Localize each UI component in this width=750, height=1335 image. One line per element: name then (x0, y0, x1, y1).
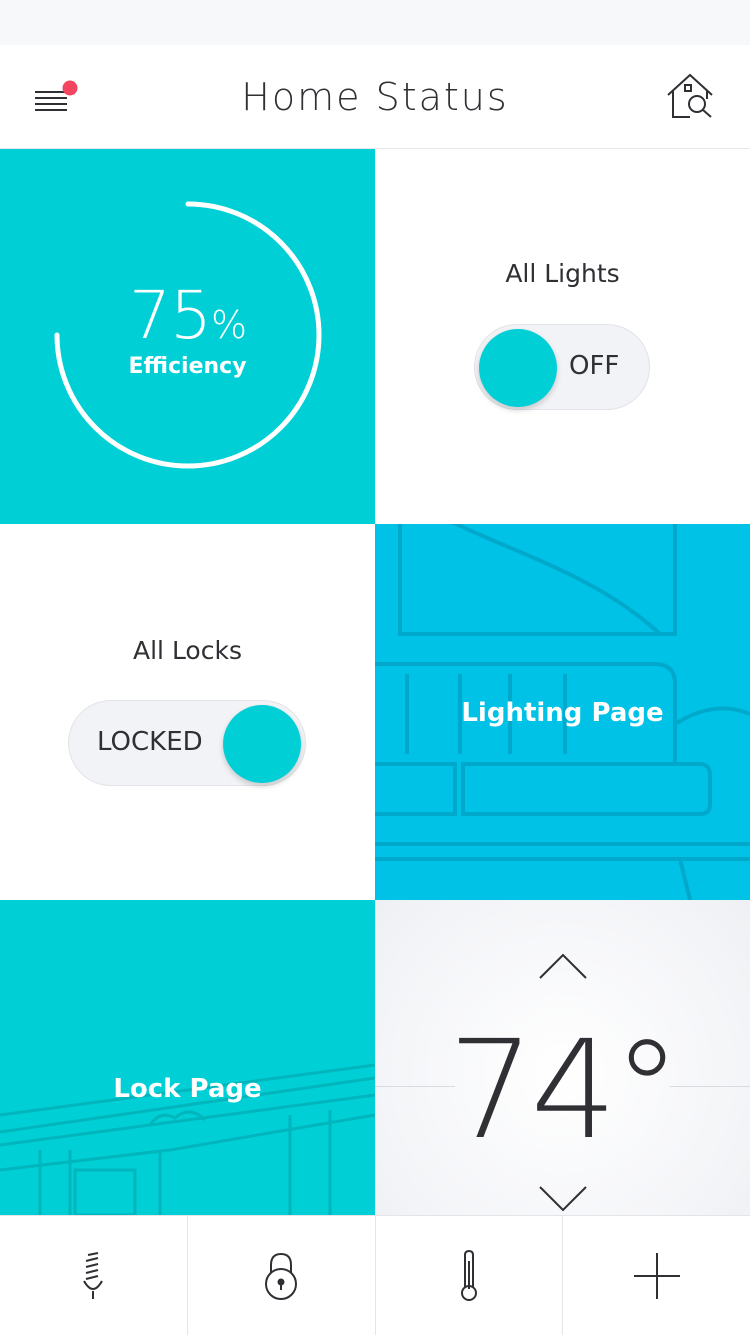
all-lights-toggle[interactable]: OFF (474, 324, 650, 410)
tab-bar (0, 1215, 750, 1335)
all-locks-toggle[interactable]: LOCKED (68, 700, 306, 786)
plus-icon (633, 1252, 680, 1299)
house-illustration (0, 1063, 375, 1215)
all-locks-title: All Locks (133, 636, 242, 665)
lock-icon (265, 1252, 298, 1300)
all-lights-title: All Lights (505, 259, 620, 288)
lock-page-tile[interactable]: Lock Page (0, 900, 375, 1215)
thermostat-tile: 74° (375, 900, 750, 1215)
app-header: Home Status (0, 45, 750, 149)
all-lights-state: OFF (569, 351, 620, 381)
all-locks-state: LOCKED (97, 727, 203, 757)
chevron-down-icon[interactable] (538, 1185, 588, 1215)
status-bar (0, 0, 750, 45)
lighting-page-tile[interactable]: Lighting Page (375, 524, 750, 900)
toggle-knob (223, 705, 301, 783)
lock-page-label: Lock Page (113, 1074, 262, 1104)
temperature-value: 74° (447, 1012, 681, 1170)
lighting-page-label: Lighting Page (461, 698, 664, 728)
home-search-icon (667, 73, 713, 118)
efficiency-tile: 75% Efficiency (0, 149, 375, 524)
efficiency-value: 75% (128, 277, 247, 354)
all-lights-tile: All Lights OFF (375, 149, 750, 524)
tab-lighting[interactable] (0, 1216, 188, 1335)
tab-locks[interactable] (188, 1216, 376, 1335)
efficiency-label: Efficiency (128, 354, 247, 379)
tab-add[interactable] (563, 1216, 750, 1335)
light-bulb-icon (83, 1251, 104, 1299)
thermometer-icon (460, 1249, 477, 1301)
toggle-knob (479, 329, 557, 407)
chevron-up-icon[interactable] (538, 950, 588, 980)
page-title: Home Status (241, 75, 509, 119)
all-locks-tile: All Locks LOCKED (0, 524, 375, 900)
home-search-button[interactable] (664, 71, 716, 123)
tab-thermostat[interactable] (376, 1216, 564, 1335)
